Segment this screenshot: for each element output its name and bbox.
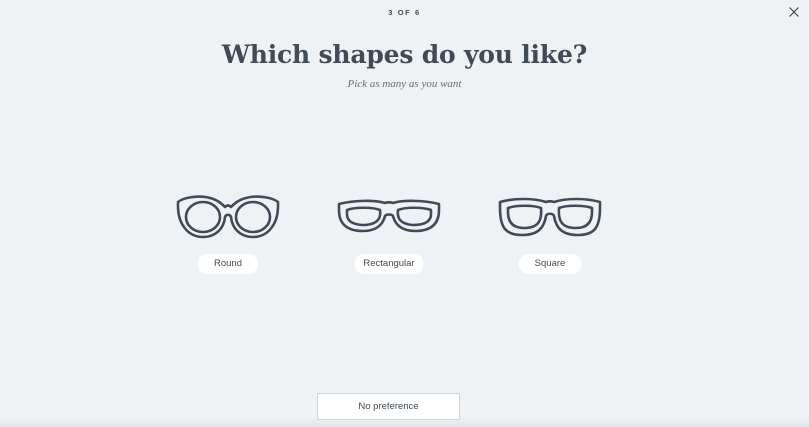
shape-option-round[interactable]: Round — [168, 186, 288, 278]
shape-label-square: Square — [518, 254, 582, 274]
bottom-fade — [0, 417, 809, 427]
close-button[interactable] — [787, 5, 801, 19]
quiz-page: 3 OF 6 Which shapes do you like? Pick as… — [0, 0, 809, 427]
square-glasses-icon — [498, 197, 602, 237]
page-title: Which shapes do you like? — [221, 40, 588, 69]
shape-label-rectangular: Rectangular — [354, 254, 424, 274]
close-icon — [789, 7, 799, 17]
shape-option-square[interactable]: Square — [490, 186, 610, 278]
shape-label-round: Round — [198, 254, 258, 274]
page-subtitle: Pick as many as you want — [347, 78, 462, 90]
shape-option-rectangular[interactable]: Rectangular — [329, 186, 449, 278]
rectangular-glasses-icon — [337, 199, 441, 233]
no-preference-button[interactable]: No preference — [317, 393, 460, 420]
round-glasses-icon — [176, 195, 280, 239]
step-indicator: 3 OF 6 — [388, 8, 421, 17]
